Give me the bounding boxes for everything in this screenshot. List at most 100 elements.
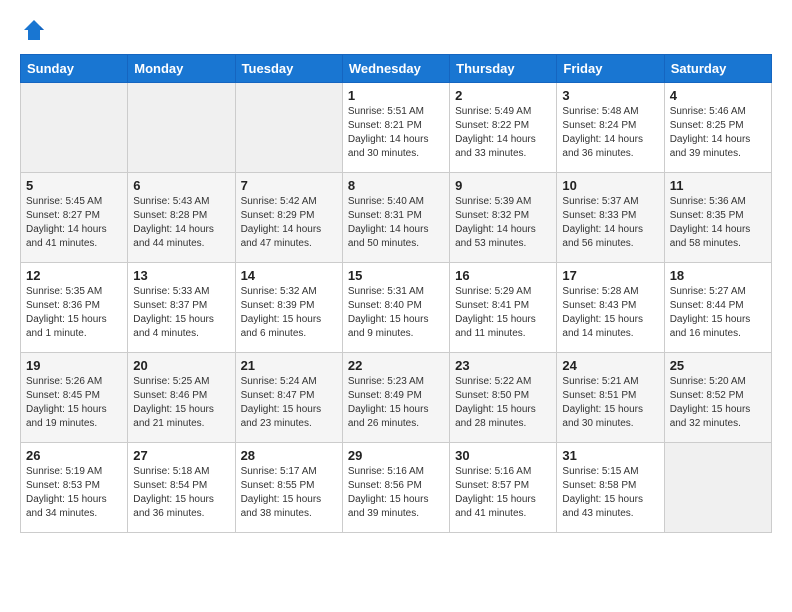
day-info: Sunrise: 5:16 AM Sunset: 8:56 PM Dayligh… [348,465,444,521]
week-row-1: 1 Sunrise: 5:51 AM Sunset: 8:21 PM Daylig… [21,83,772,173]
day-number: 3 [562,88,658,103]
day-info: Sunrise: 5:19 AM Sunset: 8:53 PM Dayligh… [26,465,122,521]
day-header-saturday: Saturday [664,55,771,83]
day-cell: 12 Sunrise: 5:35 AM Sunset: 8:36 PM Dayli… [21,263,128,353]
day-cell: 27 Sunrise: 5:18 AM Sunset: 8:54 PM Dayli… [128,443,235,533]
day-header-wednesday: Wednesday [342,55,449,83]
day-number: 13 [133,268,229,283]
day-cell [21,83,128,173]
day-header-friday: Friday [557,55,664,83]
day-info: Sunrise: 5:25 AM Sunset: 8:46 PM Dayligh… [133,375,229,431]
day-number: 7 [241,178,337,193]
day-number: 17 [562,268,658,283]
day-cell: 9 Sunrise: 5:39 AM Sunset: 8:32 PM Daylig… [450,173,557,263]
logo-icon [20,16,48,44]
day-info: Sunrise: 5:43 AM Sunset: 8:28 PM Dayligh… [133,195,229,251]
day-cell: 14 Sunrise: 5:32 AM Sunset: 8:39 PM Dayli… [235,263,342,353]
day-cell: 30 Sunrise: 5:16 AM Sunset: 8:57 PM Dayli… [450,443,557,533]
day-cell [128,83,235,173]
day-number: 1 [348,88,444,103]
day-cell: 13Sunrise: 5:33 AM Sunset: 8:37 PM Dayli… [128,263,235,353]
day-cell: 6Sunrise: 5:43 AM Sunset: 8:28 PM Daylig… [128,173,235,263]
day-cell: 22 Sunrise: 5:23 AM Sunset: 8:49 PM Dayli… [342,353,449,443]
day-number: 12 [26,268,122,283]
day-info: Sunrise: 5:21 AM Sunset: 8:51 PM Dayligh… [562,375,658,431]
day-info: Sunrise: 5:48 AM Sunset: 8:24 PM Dayligh… [562,105,658,161]
day-info: Sunrise: 5:42 AM Sunset: 8:29 PM Dayligh… [241,195,337,251]
day-info: Sunrise: 5:24 AM Sunset: 8:47 PM Dayligh… [241,375,337,431]
day-info: Sunrise: 5:15 AM Sunset: 8:58 PM Dayligh… [562,465,658,521]
day-number: 19 [26,358,122,373]
day-cell: 3 Sunrise: 5:48 AM Sunset: 8:24 PM Daylig… [557,83,664,173]
day-info: Sunrise: 5:17 AM Sunset: 8:55 PM Dayligh… [241,465,337,521]
day-info: Sunrise: 5:39 AM Sunset: 8:32 PM Dayligh… [455,195,551,251]
day-cell: 26 Sunrise: 5:19 AM Sunset: 8:53 PM Dayli… [21,443,128,533]
day-cell: 20 Sunrise: 5:25 AM Sunset: 8:46 PM Dayli… [128,353,235,443]
day-number: 22 [348,358,444,373]
header-row: SundayMondayTuesdayWednesdayThursdayFrid… [21,55,772,83]
day-cell: 8 Sunrise: 5:40 AM Sunset: 8:31 PM Daylig… [342,173,449,263]
day-info: Sunrise: 5:29 AM Sunset: 8:41 PM Dayligh… [455,285,551,341]
day-number: 15 [348,268,444,283]
day-number: 25 [670,358,766,373]
day-info: Sunrise: 5:36 AM Sunset: 8:35 PM Dayligh… [670,195,766,251]
day-number: 31 [562,448,658,463]
day-number: 14 [241,268,337,283]
day-cell: 2 Sunrise: 5:49 AM Sunset: 8:22 PM Daylig… [450,83,557,173]
day-cell: 17 Sunrise: 5:28 AM Sunset: 8:43 PM Dayli… [557,263,664,353]
day-info: Sunrise: 5:51 AM Sunset: 8:21 PM Dayligh… [348,105,444,161]
day-number: 27 [133,448,229,463]
day-header-tuesday: Tuesday [235,55,342,83]
day-number: 24 [562,358,658,373]
day-header-monday: Monday [128,55,235,83]
day-info: Sunrise: 5:32 AM Sunset: 8:39 PM Dayligh… [241,285,337,341]
week-row-4: 19Sunrise: 5:26 AM Sunset: 8:45 PM Dayli… [21,353,772,443]
day-cell: 15 Sunrise: 5:31 AM Sunset: 8:40 PM Dayli… [342,263,449,353]
day-info: Sunrise: 5:37 AM Sunset: 8:33 PM Dayligh… [562,195,658,251]
day-cell: 10Sunrise: 5:37 AM Sunset: 8:33 PM Dayli… [557,173,664,263]
day-number: 4 [670,88,766,103]
day-cell: 19Sunrise: 5:26 AM Sunset: 8:45 PM Dayli… [21,353,128,443]
day-number: 11 [670,178,766,193]
page: SundayMondayTuesdayWednesdayThursdayFrid… [0,0,792,612]
day-number: 9 [455,178,551,193]
day-number: 16 [455,268,551,283]
day-cell: 16 Sunrise: 5:29 AM Sunset: 8:41 PM Dayli… [450,263,557,353]
day-info: Sunrise: 5:18 AM Sunset: 8:54 PM Dayligh… [133,465,229,521]
day-info: Sunrise: 5:31 AM Sunset: 8:40 PM Dayligh… [348,285,444,341]
day-number: 26 [26,448,122,463]
day-info: Sunrise: 5:40 AM Sunset: 8:31 PM Dayligh… [348,195,444,251]
day-number: 5 [26,178,122,193]
day-number: 20 [133,358,229,373]
day-number: 21 [241,358,337,373]
day-info: Sunrise: 5:46 AM Sunset: 8:25 PM Dayligh… [670,105,766,161]
day-cell: 18 Sunrise: 5:27 AM Sunset: 8:44 PM Dayli… [664,263,771,353]
day-cell: 4 Sunrise: 5:46 AM Sunset: 8:25 PM Daylig… [664,83,771,173]
day-cell: 5Sunrise: 5:45 AM Sunset: 8:27 PM Daylig… [21,173,128,263]
day-info: Sunrise: 5:49 AM Sunset: 8:22 PM Dayligh… [455,105,551,161]
day-info: Sunrise: 5:27 AM Sunset: 8:44 PM Dayligh… [670,285,766,341]
day-info: Sunrise: 5:28 AM Sunset: 8:43 PM Dayligh… [562,285,658,341]
day-number: 30 [455,448,551,463]
day-cell: 1 Sunrise: 5:51 AM Sunset: 8:21 PM Daylig… [342,83,449,173]
day-number: 18 [670,268,766,283]
week-row-2: 5Sunrise: 5:45 AM Sunset: 8:27 PM Daylig… [21,173,772,263]
day-number: 23 [455,358,551,373]
day-info: Sunrise: 5:22 AM Sunset: 8:50 PM Dayligh… [455,375,551,431]
day-info: Sunrise: 5:35 AM Sunset: 8:36 PM Dayligh… [26,285,122,341]
day-cell: 7 Sunrise: 5:42 AM Sunset: 8:29 PM Daylig… [235,173,342,263]
day-cell [235,83,342,173]
day-cell [664,443,771,533]
day-cell: 24 Sunrise: 5:21 AM Sunset: 8:51 PM Dayli… [557,353,664,443]
day-info: Sunrise: 5:16 AM Sunset: 8:57 PM Dayligh… [455,465,551,521]
day-cell: 21 Sunrise: 5:24 AM Sunset: 8:47 PM Dayli… [235,353,342,443]
day-info: Sunrise: 5:20 AM Sunset: 8:52 PM Dayligh… [670,375,766,431]
day-number: 2 [455,88,551,103]
calendar-table: SundayMondayTuesdayWednesdayThursdayFrid… [20,54,772,533]
day-info: Sunrise: 5:23 AM Sunset: 8:49 PM Dayligh… [348,375,444,431]
day-cell: 28Sunrise: 5:17 AM Sunset: 8:55 PM Dayli… [235,443,342,533]
day-number: 8 [348,178,444,193]
day-cell: 29Sunrise: 5:16 AM Sunset: 8:56 PM Dayli… [342,443,449,533]
week-row-5: 26 Sunrise: 5:19 AM Sunset: 8:53 PM Dayli… [21,443,772,533]
day-header-sunday: Sunday [21,55,128,83]
